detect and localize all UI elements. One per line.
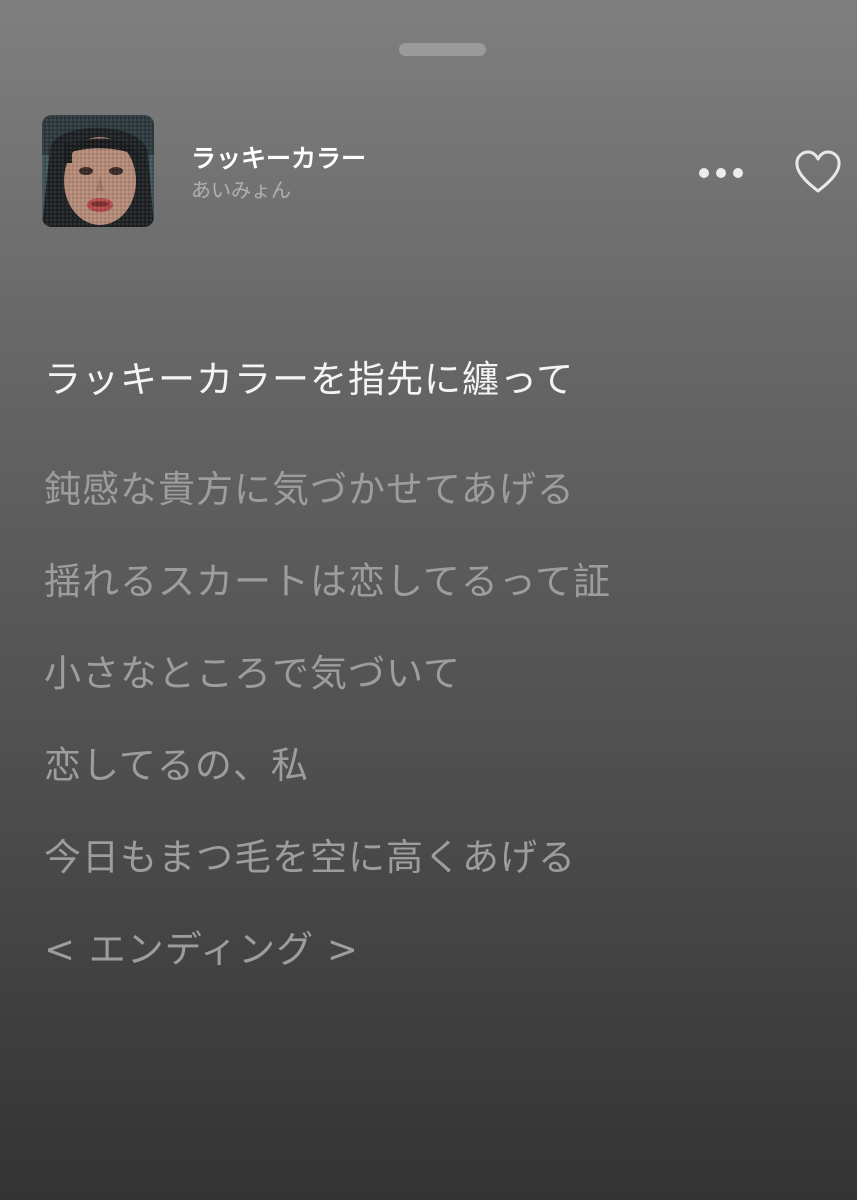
more-horizontal-icon-dot	[716, 168, 726, 178]
lyric-line-current[interactable]: ラッキーカラーを指先に纏って	[44, 356, 844, 404]
more-options-button[interactable]	[693, 155, 749, 191]
more-horizontal-icon-dot	[733, 168, 743, 178]
lyrics-view[interactable]: ラッキーカラーを指先に纏って 鈍感な貴方に気づかせてあげる 揺れるスカートは恋し…	[44, 356, 844, 1018]
heart-outline-icon	[795, 150, 841, 193]
album-artwork[interactable]	[42, 115, 154, 227]
lyric-line[interactable]: 恋してるの、私	[44, 742, 844, 790]
track-title[interactable]: ラッキーカラー	[191, 142, 366, 176]
lyric-line[interactable]: 小さなところで気づいて	[44, 650, 844, 698]
more-horizontal-icon	[699, 168, 709, 178]
album-artwork-image	[42, 115, 154, 227]
like-button[interactable]	[790, 148, 846, 198]
sheet-grabber-handle[interactable]	[399, 43, 486, 56]
lyric-line[interactable]: 今日もまつ毛を空に高くあげる	[44, 834, 844, 882]
lyric-line[interactable]: 鈍感な貴方に気づかせてあげる	[44, 466, 844, 514]
lyric-line[interactable]: 揺れるスカートは恋してるって証	[44, 558, 844, 606]
lyric-line-ending[interactable]: < エンディング >	[44, 926, 844, 974]
track-artist[interactable]: あいみょん	[191, 176, 291, 204]
